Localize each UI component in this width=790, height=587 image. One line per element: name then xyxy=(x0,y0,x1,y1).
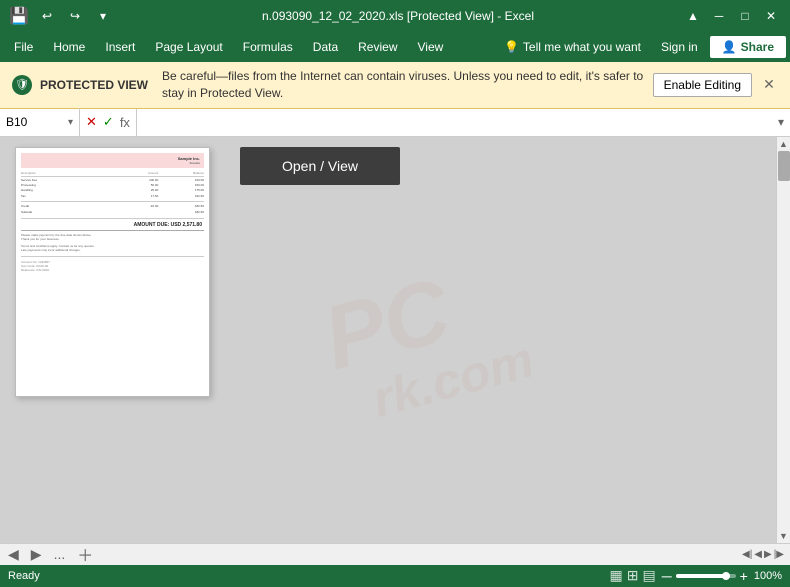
lightbulb-icon: 💡 xyxy=(504,40,519,54)
undo-icon[interactable]: ↩ xyxy=(36,5,58,27)
formula-bar: B10 ▾ ✕ ✓ fx ▾ xyxy=(0,109,790,137)
scroll-thumb[interactable] xyxy=(778,151,790,181)
menu-data[interactable]: Data xyxy=(303,36,348,58)
protected-view-bar: 🛡 PROTECTED VIEW Be careful—files from t… xyxy=(0,62,790,109)
tab-dots[interactable]: ... xyxy=(48,546,72,562)
status-bar: Ready ▦ ⊞ ▤ ─ + 100% xyxy=(0,565,790,587)
formula-input[interactable] xyxy=(137,115,772,129)
close-button[interactable]: ✕ xyxy=(760,5,782,27)
protected-view-close[interactable]: ✕ xyxy=(760,76,778,94)
more-icon[interactable]: ▾ xyxy=(92,5,114,27)
menu-review[interactable]: Review xyxy=(348,36,407,58)
share-button[interactable]: 👤 Share xyxy=(710,36,786,58)
sheet-tabs-bar: ◀ ▶ ... ＋ ◀| ◀ ▶ |▶ xyxy=(0,543,790,565)
menu-insert[interactable]: Insert xyxy=(95,36,145,58)
redo-icon[interactable]: ↪ xyxy=(64,5,86,27)
shield-icon: 🛡 xyxy=(12,75,32,95)
view-icons: ▦ ⊞ ▤ xyxy=(610,567,656,584)
normal-view-icon[interactable]: ▦ xyxy=(610,567,623,584)
page-break-icon[interactable]: ▤ xyxy=(643,567,656,584)
cell-reference: B10 xyxy=(6,115,27,129)
formula-expand-icon[interactable]: ▾ xyxy=(772,115,790,129)
watermark: PC rk.com xyxy=(315,247,539,432)
menu-home[interactable]: Home xyxy=(43,36,95,58)
menu-right: 💡 Tell me what you want Sign in 👤 Share xyxy=(496,36,786,58)
status-right: ▦ ⊞ ▤ ─ + 100% xyxy=(610,567,782,584)
horizontal-scroll: ◀| ◀ ▶ |▶ xyxy=(738,549,788,560)
title-bar-controls: ▲ ─ □ ✕ xyxy=(682,5,782,27)
zoom-track[interactable] xyxy=(676,574,736,578)
tab-next-button[interactable]: ▶ xyxy=(25,546,48,563)
zoom-minus-button[interactable]: ─ xyxy=(662,568,672,584)
menu-page-layout[interactable]: Page Layout xyxy=(145,36,232,58)
window-title: n.093090_12_02_2020.xls [Protected View]… xyxy=(114,9,682,23)
hscroll-left-end[interactable]: ◀| xyxy=(742,549,752,560)
zoom-plus-button[interactable]: + xyxy=(740,568,748,584)
add-sheet-button[interactable]: ＋ xyxy=(71,542,99,566)
share-icon: 👤 xyxy=(722,40,737,54)
confirm-formula-icon[interactable]: ✓ xyxy=(101,114,116,130)
protected-view-label: PROTECTED VIEW xyxy=(40,78,148,92)
sign-in-button[interactable]: Sign in xyxy=(653,36,706,58)
save-icon[interactable]: 💾 xyxy=(8,5,30,27)
fx-icon[interactable]: fx xyxy=(118,115,132,130)
tell-me-text[interactable]: Tell me what you want xyxy=(523,40,641,54)
zoom-fill xyxy=(676,574,724,578)
name-box[interactable]: B10 ▾ xyxy=(0,108,80,136)
menu-view[interactable]: View xyxy=(408,36,454,58)
name-box-dropdown[interactable]: ▾ xyxy=(68,117,73,128)
share-label: Share xyxy=(741,40,774,54)
tab-prev-button[interactable]: ◀ xyxy=(2,546,25,563)
title-bar-left: 💾 ↩ ↪ ▾ xyxy=(8,5,114,27)
protected-view-message: Be careful—files from the Internet can c… xyxy=(162,68,645,102)
scroll-down-button[interactable]: ▼ xyxy=(777,529,790,543)
page-layout-icon[interactable]: ⊞ xyxy=(627,567,639,584)
status-text: Ready xyxy=(8,570,610,582)
restore-button[interactable]: □ xyxy=(734,5,756,27)
menu-bar: File Home Insert Page Layout Formulas Da… xyxy=(0,32,790,62)
enable-editing-button[interactable]: Enable Editing xyxy=(653,73,752,97)
hscroll-right[interactable]: ▶ xyxy=(764,549,772,560)
formula-icons: ✕ ✓ fx xyxy=(80,114,136,130)
vertical-scrollbar[interactable]: ▲ ▼ xyxy=(776,137,790,543)
sheet-content: PC rk.com Sample Inc. Invoice Descriptio… xyxy=(0,137,776,543)
scroll-track[interactable] xyxy=(777,151,790,529)
open-view-button[interactable]: Open / View xyxy=(240,147,400,185)
zoom-thumb[interactable] xyxy=(722,572,730,580)
zoom-slider[interactable]: ─ + xyxy=(662,568,748,584)
hscroll-left[interactable]: ◀ xyxy=(754,549,762,560)
hscroll-right-end[interactable]: |▶ xyxy=(774,549,784,560)
menu-formulas[interactable]: Formulas xyxy=(233,36,303,58)
tell-me-section: 💡 Tell me what you want xyxy=(496,40,649,54)
title-bar: 💾 ↩ ↪ ▾ n.093090_12_02_2020.xls [Protect… xyxy=(0,0,790,32)
scroll-up-button[interactable]: ▲ xyxy=(777,137,790,151)
minimize-button[interactable]: ─ xyxy=(708,5,730,27)
main-area: PC rk.com Sample Inc. Invoice Descriptio… xyxy=(0,137,790,543)
menu-file[interactable]: File xyxy=(4,36,43,58)
ribbon-collapse-icon[interactable]: ▲ xyxy=(682,5,704,27)
document-preview: Sample Inc. Invoice Description Amount B… xyxy=(15,147,210,397)
cancel-formula-icon[interactable]: ✕ xyxy=(84,114,99,130)
zoom-level: 100% xyxy=(754,570,782,582)
